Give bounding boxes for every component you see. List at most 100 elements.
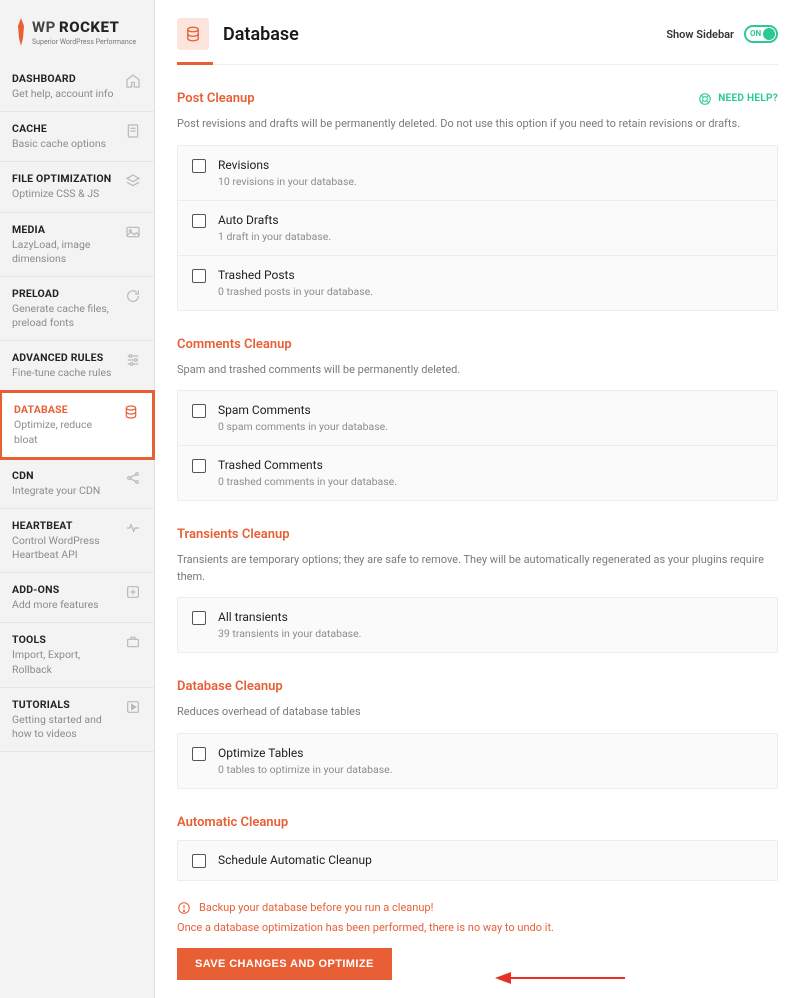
layers-icon bbox=[124, 172, 142, 190]
sidebar-item-desc: Integrate your CDN bbox=[12, 484, 118, 498]
option-sub: 1 draft in your database. bbox=[218, 230, 331, 243]
option-label: Trashed Posts bbox=[218, 268, 373, 282]
sidebar-item-desc: LazyLoad, image dimensions bbox=[12, 238, 118, 266]
section-title: Transients Cleanup bbox=[177, 527, 290, 542]
brand-wp: WP bbox=[32, 18, 56, 36]
checkbox-auto-drafts[interactable] bbox=[192, 214, 206, 228]
checkbox-revisions[interactable] bbox=[192, 159, 206, 173]
section-desc: Transients are temporary options; they a… bbox=[177, 552, 778, 585]
option-sub: 0 trashed posts in your database. bbox=[218, 285, 373, 298]
sidebar-item-label: TUTORIALS bbox=[12, 698, 118, 711]
checkbox-spam-comments[interactable] bbox=[192, 404, 206, 418]
option-sub: 0 spam comments in your database. bbox=[218, 420, 388, 433]
sidebar-item-desc: Get help, account info bbox=[12, 87, 118, 101]
section-comments-cleanup: Comments Cleanup Spam and trashed commen… bbox=[177, 337, 778, 502]
checkbox-all-transients[interactable] bbox=[192, 611, 206, 625]
document-icon bbox=[124, 122, 142, 140]
option-spam-comments: Spam Comments 0 spam comments in your da… bbox=[178, 391, 777, 446]
option-trashed-comments: Trashed Comments 0 trashed comments in y… bbox=[178, 446, 777, 500]
checkbox-optimize-tables[interactable] bbox=[192, 747, 206, 761]
sidebar-item-desc: Getting started and how to videos bbox=[12, 713, 118, 741]
need-help-link[interactable]: NEED HELP? bbox=[698, 92, 778, 106]
section-desc: Reduces overhead of database tables bbox=[177, 704, 778, 721]
sidebar-item-label: CDN bbox=[12, 469, 118, 482]
sidebar-item-label: DASHBOARD bbox=[12, 72, 118, 85]
option-label: Revisions bbox=[218, 158, 357, 172]
checkbox-trashed-comments[interactable] bbox=[192, 459, 206, 473]
share-icon bbox=[124, 469, 142, 487]
option-label: Auto Drafts bbox=[218, 213, 331, 227]
sidebar-item-desc: Add more features bbox=[12, 598, 118, 612]
option-sub: 0 trashed comments in your database. bbox=[218, 475, 397, 488]
option-label: Spam Comments bbox=[218, 403, 388, 417]
save-changes-button[interactable]: SAVE CHANGES AND OPTIMIZE bbox=[177, 948, 392, 980]
section-title: Comments Cleanup bbox=[177, 337, 292, 352]
section-title: Automatic Cleanup bbox=[177, 815, 288, 830]
option-label: Optimize Tables bbox=[218, 746, 392, 760]
brand-logo: WP ROCKET Superior WordPress Performance bbox=[0, 0, 154, 62]
sidebar-item-label: CACHE bbox=[12, 122, 118, 135]
rocket-icon bbox=[14, 18, 28, 46]
option-label: Schedule Automatic Cleanup bbox=[218, 853, 372, 867]
option-box: Schedule Automatic Cleanup bbox=[177, 840, 778, 881]
option-box: Revisions 10 revisions in your database.… bbox=[177, 145, 778, 311]
warning-subtext: Once a database optimization has been pe… bbox=[177, 921, 778, 934]
briefcase-icon bbox=[124, 633, 142, 651]
option-label: Trashed Comments bbox=[218, 458, 397, 472]
warning-text: Backup your database before you run a cl… bbox=[199, 901, 433, 914]
main-panel: Database Show Sidebar ON Post Cleanup NE… bbox=[155, 0, 800, 998]
sidebar-item-dashboard[interactable]: DASHBOARD Get help, account info bbox=[0, 62, 154, 112]
brand-rocket: ROCKET bbox=[59, 18, 119, 36]
sidebar-item-tutorials[interactable]: TUTORIALS Getting started and how to vid… bbox=[0, 688, 154, 752]
sidebar-item-desc: Optimize CSS & JS bbox=[12, 187, 118, 201]
sidebar-item-label: TOOLS bbox=[12, 633, 118, 646]
option-trashed-posts: Trashed Posts 0 trashed posts in your da… bbox=[178, 256, 777, 310]
heartbeat-icon bbox=[124, 519, 142, 537]
sidebar-item-heartbeat[interactable]: HEARTBEAT Control WordPress Heartbeat AP… bbox=[0, 509, 154, 573]
option-box: Optimize Tables 0 tables to optimize in … bbox=[177, 733, 778, 789]
section-transients-cleanup: Transients Cleanup Transients are tempor… bbox=[177, 527, 778, 653]
section-desc: Spam and trashed comments will be perman… bbox=[177, 362, 778, 379]
sidebar-item-tools[interactable]: TOOLS Import, Export, Rollback bbox=[0, 623, 154, 687]
sidebar-item-advanced-rules[interactable]: ADVANCED RULES Fine-tune cache rules bbox=[0, 341, 154, 391]
sidebar-item-database[interactable]: DATABASE Optimize, reduce bloat bbox=[0, 390, 155, 459]
database-icon bbox=[122, 403, 140, 421]
option-schedule-cleanup: Schedule Automatic Cleanup bbox=[178, 841, 777, 880]
sidebar-item-cache[interactable]: CACHE Basic cache options bbox=[0, 112, 154, 162]
sidebar-item-label: ADVANCED RULES bbox=[12, 351, 118, 364]
active-tab-underline bbox=[177, 62, 213, 65]
option-all-transients: All transients 39 transients in your dat… bbox=[178, 598, 777, 652]
annotation-arrow-icon bbox=[495, 968, 625, 988]
section-automatic-cleanup: Automatic Cleanup Schedule Automatic Cle… bbox=[177, 815, 778, 881]
sidebar-item-label: FILE OPTIMIZATION bbox=[12, 172, 118, 185]
sidebar-item-media[interactable]: MEDIA LazyLoad, image dimensions bbox=[0, 213, 154, 277]
sidebar-item-addons[interactable]: ADD-ONS Add more features bbox=[0, 573, 154, 623]
section-post-cleanup: Post Cleanup NEED HELP? Post revisions a… bbox=[177, 91, 778, 311]
option-revisions: Revisions 10 revisions in your database. bbox=[178, 146, 777, 201]
sidebar-item-cdn[interactable]: CDN Integrate your CDN bbox=[0, 459, 154, 509]
section-database-cleanup: Database Cleanup Reduces overhead of dat… bbox=[177, 679, 778, 789]
need-help-label: NEED HELP? bbox=[718, 93, 778, 104]
checkbox-trashed-posts[interactable] bbox=[192, 269, 206, 283]
option-sub: 10 revisions in your database. bbox=[218, 175, 357, 188]
sidebar: WP ROCKET Superior WordPress Performance… bbox=[0, 0, 155, 998]
checkbox-schedule-cleanup[interactable] bbox=[192, 854, 206, 868]
sidebar-item-label: DATABASE bbox=[14, 403, 116, 416]
refresh-icon bbox=[124, 287, 142, 305]
show-sidebar-label: Show Sidebar bbox=[666, 28, 734, 41]
option-box: Spam Comments 0 spam comments in your da… bbox=[177, 390, 778, 501]
home-icon bbox=[124, 72, 142, 90]
page-title: Database bbox=[223, 24, 299, 45]
option-label: All transients bbox=[218, 610, 361, 624]
sidebar-item-label: ADD-ONS bbox=[12, 583, 118, 596]
image-icon bbox=[124, 223, 142, 241]
sidebar-item-desc: Basic cache options bbox=[12, 137, 118, 151]
toggle-on-label: ON bbox=[750, 29, 761, 38]
sidebar-item-desc: Optimize, reduce bloat bbox=[14, 418, 116, 446]
show-sidebar-toggle[interactable]: ON bbox=[744, 25, 778, 43]
sidebar-item-preload[interactable]: PRELOAD Generate cache files, preload fo… bbox=[0, 277, 154, 341]
sidebar-item-file-optimization[interactable]: FILE OPTIMIZATION Optimize CSS & JS bbox=[0, 162, 154, 212]
sidebar-item-label: PRELOAD bbox=[12, 287, 118, 300]
sidebar-item-desc: Control WordPress Heartbeat API bbox=[12, 534, 118, 562]
sliders-icon bbox=[124, 351, 142, 369]
